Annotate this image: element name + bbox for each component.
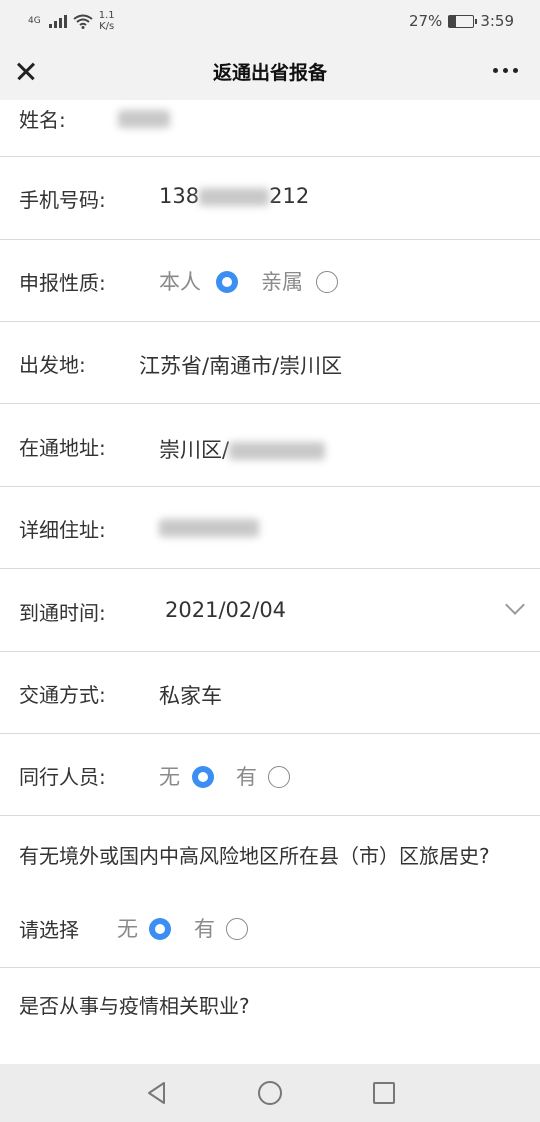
origin-label: 出发地: <box>19 353 86 377</box>
phone-label: 手机号码: <box>19 188 106 212</box>
status-bar: 4G 1.1 K/s 27% 3:59 <box>0 0 540 42</box>
title-bar: 返通出省报备 <box>0 42 540 100</box>
phone-row: 手机号码: 138 212 <box>0 157 540 240</box>
job-question-text: 是否从事与疫情相关职业? <box>19 994 250 1018</box>
name-row: 姓名: <box>0 100 540 157</box>
phone-redacted <box>199 188 270 206</box>
report-type-label: 申报性质: <box>19 271 106 295</box>
battery-fill <box>449 15 456 27</box>
address-row: 在通地址: 崇川区/ <box>0 404 540 487</box>
name-redacted <box>118 110 170 128</box>
chevron-down-icon[interactable] <box>505 595 525 615</box>
speed-value: 1.1 <box>98 10 115 21</box>
transport-value[interactable]: 私家车 <box>159 680 222 710</box>
risk-option-yes-radio[interactable] <box>226 918 248 940</box>
companion-option-no-label[interactable]: 无 <box>159 761 180 791</box>
close-icon[interactable] <box>12 57 40 85</box>
arrival-date-label: 到通时间: <box>19 601 106 625</box>
risk-select-label: 请选择 <box>19 918 79 942</box>
job-question-row: 是否从事与疫情相关职业? <box>0 968 540 1064</box>
type-option-relative-label[interactable]: 亲属 <box>261 266 303 296</box>
companion-option-yes-radio[interactable] <box>268 766 290 788</box>
risk-option-no-radio[interactable] <box>149 918 171 940</box>
clock: 3:59 <box>480 12 514 30</box>
name-label: 姓名: <box>19 108 66 132</box>
system-nav-bar <box>0 1064 540 1122</box>
speed-unit: K/s <box>99 21 115 32</box>
arrival-date-row[interactable]: 到通时间: 2021/02/04 <box>0 569 540 652</box>
type-option-self-radio[interactable] <box>216 271 238 293</box>
signal-icon <box>48 14 67 28</box>
companion-row: 同行人员: 无 有 <box>0 734 540 816</box>
recent-apps-icon[interactable] <box>373 1082 395 1104</box>
detail-address-label: 详细住址: <box>19 518 106 542</box>
address-prefix: 崇川区/ <box>159 438 230 462</box>
companion-label: 同行人员: <box>19 765 106 789</box>
address-label: 在通地址: <box>19 436 106 460</box>
origin-row: 出发地: 江苏省/南通市/崇川区 <box>0 322 540 404</box>
risk-option-yes-label[interactable]: 有 <box>194 913 215 943</box>
phone-value[interactable]: 138 212 <box>159 184 309 208</box>
transport-label: 交通方式: <box>19 683 106 707</box>
report-type-row: 申报性质: 本人 亲属 <box>0 240 540 322</box>
companion-option-yes-label[interactable]: 有 <box>236 761 257 791</box>
detail-address-row: 详细住址: <box>0 487 540 569</box>
address-value[interactable]: 崇川区/ <box>159 434 326 464</box>
phone-suffix: 212 <box>269 184 310 208</box>
name-value[interactable] <box>118 106 170 130</box>
address-redacted <box>229 442 326 460</box>
arrival-date-value[interactable]: 2021/02/04 <box>165 598 286 622</box>
battery-icon <box>448 14 478 28</box>
origin-value[interactable]: 江苏省/南通市/崇川区 <box>139 350 342 380</box>
risk-question-text: 有无境外或国内中高风险地区所在县（市）区旅居史? <box>19 844 490 868</box>
home-icon[interactable] <box>258 1081 282 1105</box>
form-content[interactable]: 姓名: 手机号码: 138 212 申报性质: 本人 亲属 出发地: 江苏省/南通… <box>0 100 540 1064</box>
network-type: 4G <box>28 15 41 26</box>
risk-question-row: 有无境外或国内中高风险地区所在县（市）区旅居史? 请选择 无 有 <box>0 816 540 968</box>
risk-option-no-label[interactable]: 无 <box>117 913 138 943</box>
detail-address-redacted <box>159 519 259 537</box>
network-speed: 1.1 K/s <box>99 10 115 32</box>
wifi-icon <box>73 14 93 29</box>
status-left: 4G 1.1 K/s <box>28 10 115 32</box>
type-option-relative-radio[interactable] <box>316 271 338 293</box>
back-icon[interactable] <box>145 1081 169 1105</box>
detail-address-value[interactable] <box>159 515 259 539</box>
transport-row: 交通方式: 私家车 <box>0 652 540 734</box>
phone-prefix: 138 <box>159 184 200 208</box>
page-title: 返通出省报备 <box>212 61 327 84</box>
battery-percent: 27% <box>408 12 443 30</box>
type-option-self-label[interactable]: 本人 <box>159 266 201 296</box>
companion-option-no-radio[interactable] <box>192 766 214 788</box>
more-icon[interactable] <box>493 68 518 73</box>
status-right: 27% 3:59 <box>409 12 514 30</box>
